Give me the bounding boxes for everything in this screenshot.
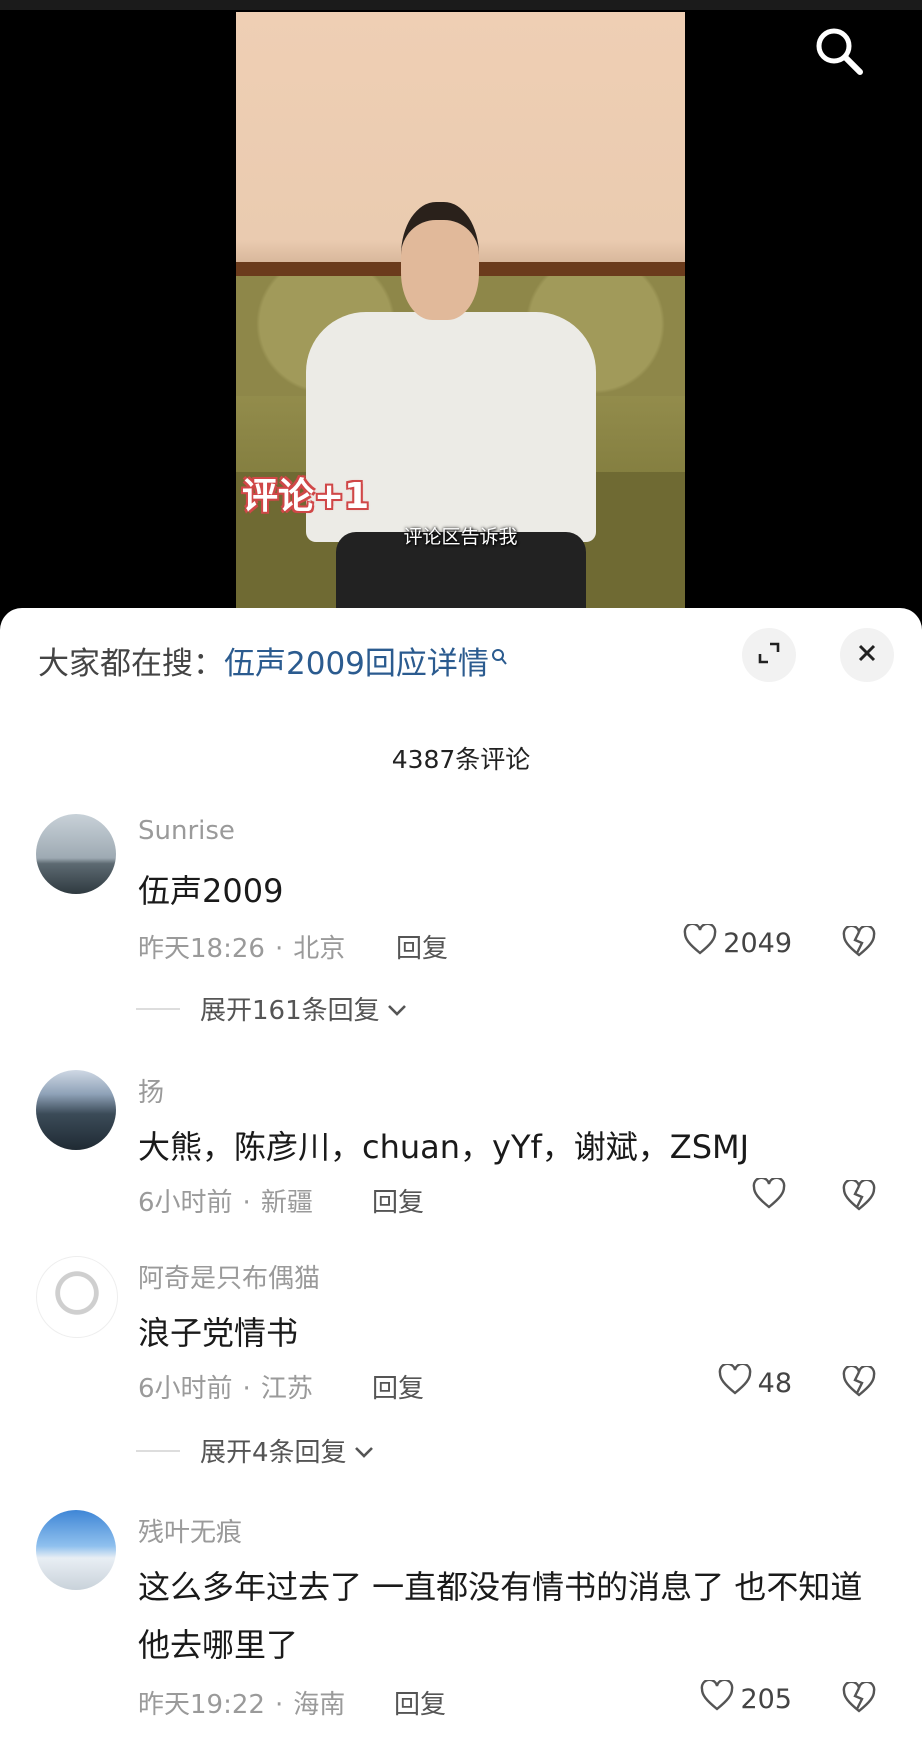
comment-meta: 6小时前 · 江苏 <box>138 1374 313 1404</box>
close-button[interactable] <box>840 628 894 682</box>
reply-button[interactable]: 回复 <box>372 1368 424 1405</box>
comment-item: 扬 大熊，陈彦川，chuan，yYf，谢斌，ZSMJ 6小时前 · 新疆 回复 <box>0 1070 922 1218</box>
video-sticker: 评论+1 <box>242 476 370 517</box>
broken-heart-icon <box>842 924 876 962</box>
video-caption: 评论区告诉我 <box>403 526 518 548</box>
comment-meta: 昨天19:22 · 海南 <box>138 1690 346 1720</box>
like-button[interactable]: 205 <box>700 1678 792 1719</box>
avatar[interactable] <box>36 1510 116 1590</box>
dislike-button[interactable] <box>842 1364 876 1402</box>
expand-replies-label: 展开161条回复 <box>200 996 380 1026</box>
dislike-button[interactable] <box>842 924 876 962</box>
comment-meta: 昨天18:26 · 北京 <box>138 934 346 964</box>
reply-button[interactable]: 回复 <box>394 1684 446 1721</box>
close-icon <box>855 641 879 669</box>
comment-text: 伍声2009 <box>138 872 284 910</box>
like-count: 205 <box>740 1684 792 1715</box>
hot-search-link[interactable]: 伍声2009回应详情 <box>224 646 489 682</box>
broken-heart-icon <box>842 1178 876 1216</box>
avatar[interactable] <box>36 814 116 894</box>
comment-text: 大熊，陈彦川，chuan，yYf，谢斌，ZSMJ <box>138 1128 750 1166</box>
hot-search-bar: 大家都在搜：伍声2009回应详情 <box>38 638 507 683</box>
video-person-head <box>401 202 479 320</box>
comment-location: 江苏 <box>260 1374 313 1404</box>
like-button[interactable]: 48 <box>718 1362 792 1403</box>
expand-button[interactable] <box>742 628 796 682</box>
comment-username[interactable]: 阿奇是只布偶猫 <box>138 1258 320 1295</box>
comment-location: 北京 <box>293 934 346 964</box>
like-button[interactable] <box>752 1176 792 1217</box>
expand-replies-button[interactable]: 展开161条回复 <box>136 990 408 1027</box>
dislike-button[interactable] <box>842 1680 876 1718</box>
expand-replies-label: 展开4条回复 <box>200 1438 347 1468</box>
like-button[interactable]: 2049 <box>683 922 792 963</box>
comments-sheet: 大家都在搜：伍声2009回应详情 4387条评论 Sunrise 伍声2009 … <box>0 608 922 1748</box>
avatar[interactable] <box>36 1256 118 1338</box>
avatar[interactable] <box>36 1070 116 1150</box>
divider-line <box>136 1449 180 1452</box>
comment-count: 4387条评论 <box>391 745 531 774</box>
like-count: 48 <box>757 1368 792 1399</box>
comment-item: 残叶无痕 这么多年过去了 一直都没有情书的消息了 也不知道他去哪里了 昨天19:… <box>0 1510 922 1740</box>
comment-item: Sunrise 伍声2009 昨天18:26 · 北京 回复 2049 展开161条… <box>0 814 922 1026</box>
status-strip <box>0 0 922 10</box>
chevron-down-icon <box>353 1436 375 1466</box>
comment-time: 昨天18:26 <box>138 934 265 964</box>
comment-username[interactable]: 残叶无痕 <box>138 1512 242 1549</box>
comment-location: 海南 <box>293 1690 346 1720</box>
expand-replies-button[interactable]: 展开4条回复 <box>136 1432 375 1469</box>
broken-heart-icon <box>842 1680 876 1718</box>
reply-button[interactable]: 回复 <box>396 928 448 965</box>
video-player[interactable]: 评论+1 评论区告诉我 <box>0 0 922 620</box>
dislike-button[interactable] <box>842 1178 876 1216</box>
comment-time: 6小时前 <box>138 1374 233 1404</box>
like-count: 2049 <box>723 928 792 959</box>
comment-time: 昨天19:22 <box>138 1690 265 1720</box>
reply-button[interactable]: 回复 <box>372 1182 424 1219</box>
chevron-down-icon <box>386 994 408 1024</box>
comment-text: 浪子党情书 <box>138 1314 299 1352</box>
heart-icon <box>683 922 717 963</box>
comment-username[interactable]: 扬 <box>138 1072 164 1109</box>
comment-location: 新疆 <box>260 1188 313 1218</box>
comment-username[interactable]: Sunrise <box>138 816 235 846</box>
search-icon <box>491 638 507 674</box>
comment-meta: 6小时前 · 新疆 <box>138 1188 313 1218</box>
comment-item: 阿奇是只布偶猫 浪子党情书 6小时前 · 江苏 回复 48 展开4条回复 <box>0 1256 922 1468</box>
comment-time: 6小时前 <box>138 1188 233 1218</box>
expand-icon <box>756 640 782 670</box>
heart-icon <box>700 1678 734 1719</box>
video-frame[interactable]: 评论+1 评论区告诉我 <box>236 12 685 612</box>
broken-heart-icon <box>842 1364 876 1402</box>
divider-line <box>136 1007 180 1010</box>
search-icon[interactable] <box>812 24 868 80</box>
heart-icon <box>718 1362 752 1403</box>
heart-icon <box>752 1176 786 1217</box>
hot-search-prefix: 大家都在搜： <box>38 646 224 682</box>
comment-text: 这么多年过去了 一直都没有情书的消息了 也不知道他去哪里了 <box>138 1568 863 1664</box>
